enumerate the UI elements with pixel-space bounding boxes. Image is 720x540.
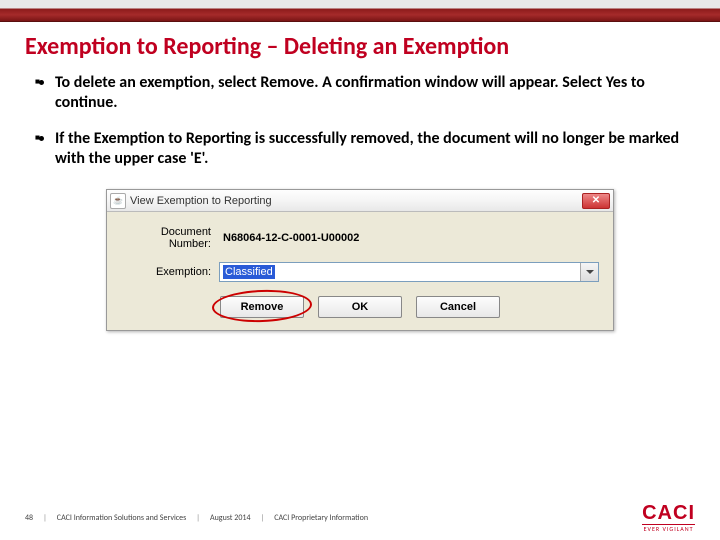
slide-title: Exemption to Reporting – Deleting an Exe… <box>0 22 720 73</box>
dialog-titlebar: ☕ View Exemption to Reporting ✕ <box>107 190 613 212</box>
label-document-number: Document Number: <box>121 226 219 250</box>
footer-separator: | <box>261 513 265 523</box>
bullet-item: If the Exemption to Reporting is success… <box>55 129 690 169</box>
footer-org: CACI Information Solutions and Services <box>57 513 186 523</box>
exemption-value: Classified <box>223 265 275 279</box>
dialog-button-row: Remove OK Cancel <box>121 296 599 318</box>
dialog-body: Document Number: N68064-12-C-0001-U00002… <box>107 212 613 330</box>
label-exemption: Exemption: <box>121 266 219 278</box>
exemption-dialog: ☕ View Exemption to Reporting ✕ Document… <box>106 189 614 331</box>
document-number-value: N68064-12-C-0001-U00002 <box>223 232 359 244</box>
close-icon: ✕ <box>592 196 600 206</box>
ok-button[interactable]: OK <box>318 296 402 318</box>
footer-date: August 2014 <box>210 513 251 523</box>
close-button[interactable]: ✕ <box>582 193 610 209</box>
bullet-list: To delete an exemption, select Remove. A… <box>0 73 720 169</box>
slide-top-bar <box>0 0 720 22</box>
java-icon: ☕ <box>110 193 126 209</box>
footer-separator: | <box>43 513 47 523</box>
exemption-dropdown[interactable]: Classified <box>219 262 599 282</box>
dialog-title: View Exemption to Reporting <box>130 195 582 207</box>
row-document-number: Document Number: N68064-12-C-0001-U00002 <box>121 226 599 250</box>
footer-separator: | <box>196 513 200 523</box>
cancel-button[interactable]: Cancel <box>416 296 500 318</box>
logo-tagline: EVER VIGILANT <box>642 524 695 532</box>
remove-button[interactable]: Remove <box>220 296 304 318</box>
footer-classification: CACI Proprietary Information <box>274 513 368 523</box>
chevron-down-icon[interactable] <box>580 263 598 281</box>
caci-logo: CACI EVER VIGILANT <box>642 503 695 532</box>
slide-footer: 48 | CACI Information Solutions and Serv… <box>25 503 695 532</box>
document-number-field: N68064-12-C-0001-U00002 <box>219 228 599 248</box>
logo-text: CACI <box>642 503 695 523</box>
row-exemption: Exemption: Classified <box>121 262 599 282</box>
bullet-item: To delete an exemption, select Remove. A… <box>55 73 690 113</box>
page-number: 48 <box>25 513 33 523</box>
